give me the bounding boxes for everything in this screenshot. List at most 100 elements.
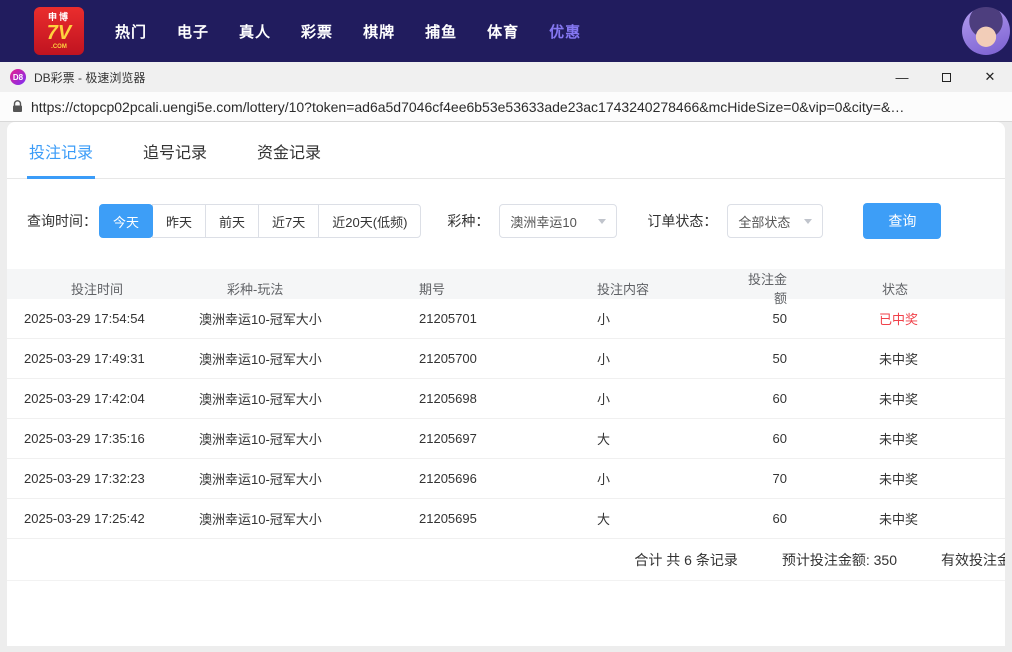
- app: 申博 7V .COM 热门 电子 真人 彩票 棋牌 捕鱼 体育 优惠 D8 DB彩票 - 极速…: [0, 0, 1012, 652]
- cell-lottery-play: 澳洲幸运10-冠军大小: [199, 432, 322, 447]
- lottery-select[interactable]: 澳洲幸运10: [499, 204, 618, 238]
- cell-issue-number: 21205696: [419, 471, 477, 486]
- logo-text-main: 7V: [46, 21, 72, 44]
- time-filter-button[interactable]: 近7天: [258, 204, 320, 238]
- cell-bet-time: 2025-03-29 17:32:23: [24, 471, 145, 486]
- cell-lottery-play: 澳洲幸运10-冠军大小: [199, 352, 322, 367]
- time-filter-button[interactable]: 前天: [205, 204, 260, 238]
- nav-item[interactable]: 彩票: [286, 21, 348, 42]
- cell-bet-amount: 50: [772, 351, 787, 366]
- cell-bet-time: 2025-03-29 17:25:42: [24, 511, 145, 526]
- cell-status: 未中奖: [879, 352, 919, 367]
- cell-lottery-play: 澳洲幸运10-冠军大小: [199, 392, 322, 407]
- site-header: 申博 7V .COM 热门 电子 真人 彩票 棋牌 捕鱼 体育 优惠: [0, 0, 1012, 62]
- tab[interactable]: 资金记录: [255, 122, 323, 178]
- nav-item[interactable]: 捕鱼: [410, 21, 472, 42]
- site-favicon-icon: D8: [10, 69, 26, 85]
- order-status-select[interactable]: 全部状态: [727, 204, 824, 238]
- close-button[interactable]: ✕: [968, 62, 1012, 92]
- summary-total-records: 合计 共 6 条记录: [634, 551, 738, 568]
- chevron-down-icon: [804, 218, 813, 224]
- table-body: 2025-03-29 17:54:54 澳洲幸运10-冠军大小 21205701…: [7, 299, 1005, 539]
- query-button[interactable]: 查询: [863, 203, 942, 239]
- cell-issue-number: 21205701: [419, 311, 477, 326]
- cell-lottery-play: 澳洲幸运10-冠军大小: [199, 312, 322, 327]
- cell-bet-content: 小: [597, 352, 611, 367]
- cell-bet-content: 小: [597, 312, 611, 327]
- cell-bet-amount: 60: [772, 391, 787, 406]
- time-range-group: 今天 昨天 前天 近7天 近20天(低频): [99, 204, 422, 238]
- table-header-cell: 期号: [419, 281, 446, 297]
- window-title: DB彩票 - 极速浏览器: [34, 70, 146, 85]
- logo-text-top: 申博: [47, 11, 70, 22]
- cell-bet-amount: 70: [772, 471, 787, 486]
- url-text: https://ctopcp02pcali.uengi5e.com/lotter…: [31, 98, 905, 115]
- cell-status: 未中奖: [879, 472, 919, 487]
- tab[interactable]: 投注记录: [27, 122, 96, 179]
- time-filter-button[interactable]: 近20天(低频): [318, 204, 422, 238]
- minimize-button[interactable]: —: [880, 62, 924, 92]
- cell-issue-number: 21205698: [419, 391, 477, 406]
- time-filter-button[interactable]: 今天: [99, 204, 154, 238]
- cell-bet-time: 2025-03-29 17:42:04: [24, 391, 145, 406]
- summary-expected-amount: 预计投注金额: 350: [781, 551, 897, 568]
- lottery-select-value: 澳洲幸运10: [510, 214, 577, 230]
- order-status-value: 全部状态: [738, 214, 791, 230]
- summary-valid-amount: 有效投注金: [941, 551, 1005, 568]
- page-background: 投注记录 追号记录 资金记录 查询时间： 今天 昨天 前天 近7天 近20天(低频) 彩种：…: [0, 122, 1012, 652]
- cell-bet-amount: 60: [772, 431, 787, 446]
- cell-bet-time: 2025-03-29 17:54:54: [24, 311, 145, 326]
- time-filter-button[interactable]: 昨天: [152, 204, 207, 238]
- cell-bet-amount: 50: [772, 311, 787, 326]
- content-panel: 投注记录 追号记录 资金记录 查询时间： 今天 昨天 前天 近7天 近20天(低频) 彩种：…: [7, 122, 1005, 646]
- nav-item[interactable]: 热门: [100, 21, 162, 42]
- cell-status: 未中奖: [879, 512, 919, 527]
- table-row: 2025-03-29 17:35:16 澳洲幸运10-冠军大小 21205697…: [7, 419, 1005, 459]
- cell-bet-content: 大: [597, 432, 611, 447]
- summary-bar: 合计 共 6 条记录 预计投注金额: 350 有效投注金: [7, 539, 1005, 581]
- address-bar[interactable]: https://ctopcp02pcali.uengi5e.com/lotter…: [0, 92, 1012, 122]
- cell-bet-content: 小: [597, 392, 611, 407]
- order-status-label: 订单状态：: [647, 213, 718, 229]
- cell-bet-amount: 60: [772, 511, 787, 526]
- tab[interactable]: 追号记录: [141, 122, 209, 178]
- cell-issue-number: 21205695: [419, 511, 477, 526]
- browser-titlebar: D8 DB彩票 - 极速浏览器 — ✕: [0, 62, 1012, 92]
- cell-issue-number: 21205700: [419, 351, 477, 366]
- nav-item[interactable]: 体育: [472, 21, 534, 42]
- lock-icon: [13, 100, 22, 112]
- table-header-cell: 投注内容: [597, 281, 650, 297]
- table-header: 投注时间 彩种-玩法 期号 投注内容 投注金额 状态: [7, 269, 1005, 306]
- logo-text-bottom: .COM: [51, 43, 67, 50]
- chevron-down-icon: [598, 218, 607, 224]
- cell-lottery-play: 澳洲幸运10-冠军大小: [199, 512, 322, 527]
- cell-issue-number: 21205697: [419, 431, 477, 446]
- user-avatar[interactable]: [962, 7, 1010, 55]
- table-row: 2025-03-29 17:49:31 澳洲幸运10-冠军大小 21205700…: [7, 339, 1005, 379]
- cell-bet-time: 2025-03-29 17:35:16: [24, 431, 145, 446]
- time-filter-label: 查询时间：: [27, 213, 97, 229]
- maximize-button[interactable]: [924, 62, 968, 92]
- nav-item[interactable]: 真人: [224, 21, 286, 42]
- table-row: 2025-03-29 17:32:23 澳洲幸运10-冠军大小 21205696…: [7, 459, 1005, 499]
- window-controls: — ✕: [880, 62, 1012, 92]
- cell-status: 未中奖: [879, 392, 919, 407]
- table-header-cell: 投注金额: [747, 272, 787, 306]
- site-logo[interactable]: 申博 7V .COM: [34, 7, 84, 55]
- table-row: 2025-03-29 17:25:42 澳洲幸运10-冠军大小 21205695…: [7, 499, 1005, 539]
- nav-menu: 热门 电子 真人 彩票 棋牌 捕鱼 体育 优惠: [100, 21, 596, 42]
- tab-bar: 投注记录 追号记录 资金记录: [7, 122, 1005, 179]
- table-header-cell: 投注时间: [70, 281, 123, 297]
- nav-item[interactable]: 优惠: [534, 21, 596, 42]
- cell-bet-content: 大: [597, 512, 611, 527]
- cell-status: 已中奖: [879, 312, 919, 327]
- cell-bet-content: 小: [597, 472, 611, 487]
- cell-bet-time: 2025-03-29 17:49:31: [24, 351, 145, 366]
- table-header-cell: 状态: [882, 281, 909, 297]
- lottery-filter-label: 彩种：: [447, 213, 490, 229]
- filter-bar: 查询时间： 今天 昨天 前天 近7天 近20天(低频) 彩种： 澳洲幸运10 订单状态：…: [7, 179, 1005, 261]
- cell-lottery-play: 澳洲幸运10-冠军大小: [199, 472, 322, 487]
- nav-item[interactable]: 棋牌: [348, 21, 410, 42]
- nav-item[interactable]: 电子: [162, 21, 224, 42]
- table-row: 2025-03-29 17:42:04 澳洲幸运10-冠军大小 21205698…: [7, 379, 1005, 419]
